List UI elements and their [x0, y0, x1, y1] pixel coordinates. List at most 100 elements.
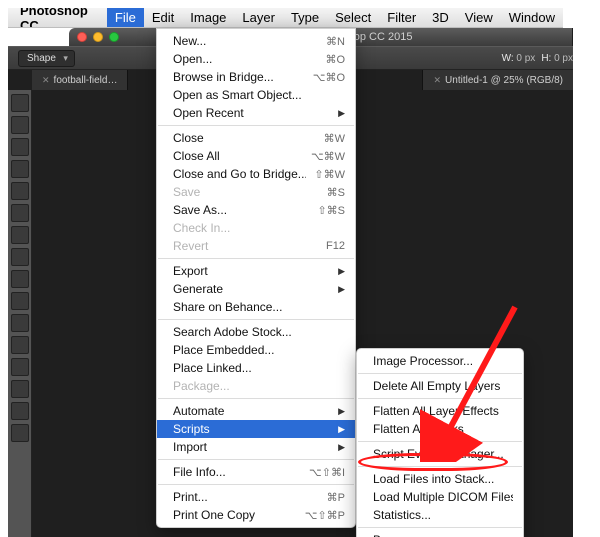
menu-item[interactable]: Close All⌥⌘W [157, 147, 355, 165]
tool-button[interactable] [11, 358, 29, 376]
tool-button[interactable] [11, 226, 29, 244]
menubar-item[interactable]: Filter [379, 8, 424, 27]
tool-button[interactable] [11, 292, 29, 310]
tool-button[interactable] [11, 270, 29, 288]
menubar-item[interactable]: Image [182, 8, 234, 27]
menu-item[interactable]: Load Files into Stack... [357, 470, 523, 488]
menu-item[interactable]: Place Linked... [157, 359, 355, 377]
menu-item-label: Check In... [173, 221, 345, 235]
tool-button[interactable] [11, 402, 29, 420]
menu-item-label: Place Embedded... [173, 343, 345, 357]
menu-item[interactable]: Browse in Bridge... ⌥⌘O [157, 68, 355, 86]
window-traffic-lights[interactable] [77, 32, 119, 42]
menubar-item[interactable]: Select [327, 8, 379, 27]
menu-item[interactable]: File Info...⌥⇧⌘I [157, 463, 355, 481]
menu-separator [158, 258, 354, 259]
menu-item-label: Script Events Manager... [373, 447, 513, 461]
menu-item: RevertF12 [157, 237, 355, 255]
traffic-close-icon[interactable] [77, 32, 87, 42]
tool-button[interactable] [11, 380, 29, 398]
tool-button[interactable] [11, 116, 29, 134]
menu-item[interactable]: Close and Go to Bridge...⇧⌘W [157, 165, 355, 183]
menu-item[interactable]: Open Recent ▶ [157, 104, 355, 122]
menu-item[interactable]: Statistics... [357, 506, 523, 524]
menu-item-label: Scripts [173, 422, 334, 436]
menu-item[interactable]: Print One Copy⌥⇧⌘P [157, 506, 355, 524]
tool-button[interactable] [11, 204, 29, 222]
menu-shortcut: F12 [326, 240, 345, 252]
width-readout: W: 0 px [502, 53, 536, 64]
menu-item[interactable]: Delete All Empty Layers [357, 377, 523, 395]
close-icon[interactable]: ✕ [433, 75, 441, 86]
menu-separator [358, 527, 522, 528]
menu-item[interactable]: Close⌘W [157, 129, 355, 147]
menu-item[interactable]: Import▶ [157, 438, 355, 456]
menubar-item[interactable]: Window [501, 8, 563, 27]
menu-separator [358, 441, 522, 442]
close-icon[interactable]: ✕ [42, 75, 50, 86]
menu-separator [158, 459, 354, 460]
menu-item[interactable]: New...⌘N [157, 32, 355, 50]
tools-panel[interactable] [8, 90, 32, 537]
submenu-arrow-icon: ▶ [338, 108, 345, 119]
tool-button[interactable] [11, 182, 29, 200]
tool-button[interactable] [11, 336, 29, 354]
tool-button[interactable] [11, 248, 29, 266]
menubar-item[interactable]: File [107, 8, 144, 27]
menu-shortcut: ⌥⌘O [313, 71, 345, 84]
menu-item[interactable]: Print...⌘P [157, 488, 355, 506]
menu-item: Package... [157, 377, 355, 395]
menu-shortcut: ⌘W [324, 132, 345, 145]
tool-button[interactable] [11, 138, 29, 156]
shape-type-dropdown[interactable]: Shape [18, 50, 75, 67]
submenu-arrow-icon: ▶ [338, 284, 345, 295]
menu-separator [158, 484, 354, 485]
menu-item[interactable]: Flatten All Layer Effects [357, 402, 523, 420]
menubar-item[interactable]: Layer [234, 8, 283, 27]
menubar-item[interactable]: View [457, 8, 501, 27]
menu-item-label: Save As... [173, 203, 309, 217]
menu-shortcut: ⌥⇧⌘P [305, 509, 345, 522]
tool-button[interactable] [11, 94, 29, 112]
menu-item[interactable]: Scripts ▶ [157, 420, 355, 438]
menu-separator [358, 373, 522, 374]
menu-item[interactable]: Automate▶ [157, 402, 355, 420]
document-tab[interactable]: ✕ Untitled-1 @ 25% (RGB/8) [422, 70, 573, 90]
traffic-zoom-icon[interactable] [109, 32, 119, 42]
menu-item[interactable]: Export▶ [157, 262, 355, 280]
menu-item-label: Statistics... [373, 508, 513, 522]
menubar-item[interactable]: Type [283, 8, 327, 27]
menu-item[interactable]: Image Processor... [357, 352, 523, 370]
menu-item-label: Load Multiple DICOM Files... [373, 490, 513, 504]
menu-shortcut: ⌥⌘W [311, 150, 345, 163]
menubar-item[interactable]: Edit [144, 8, 182, 27]
menu-item-label: Open... [173, 52, 317, 66]
menu-item[interactable]: Open as Smart Object... [157, 86, 355, 104]
document-tab[interactable]: ✕ football-field… [32, 70, 128, 90]
menu-item[interactable]: Generate▶ [157, 280, 355, 298]
menu-item[interactable]: Share on Behance... [157, 298, 355, 316]
menu-item: Check In... [157, 219, 355, 237]
menu-item[interactable]: Load Multiple DICOM Files... [357, 488, 523, 506]
tool-button[interactable] [11, 314, 29, 332]
menu-item[interactable]: Script Events Manager... [357, 445, 523, 463]
menu-item[interactable]: Save As...⇧⌘S [157, 201, 355, 219]
menu-item-label: Browse in Bridge... [173, 70, 305, 84]
menu-item[interactable]: Place Embedded... [157, 341, 355, 359]
menu-item[interactable]: Search Adobe Stock... [157, 323, 355, 341]
menu-item-label: Search Adobe Stock... [173, 325, 345, 339]
menu-item[interactable]: Browse... [357, 531, 523, 537]
menu-shortcut: ⌥⇧⌘I [309, 466, 345, 479]
scripts-submenu: Image Processor... Delete All Empty Layer… [356, 348, 524, 537]
submenu-arrow-icon: ▶ [338, 424, 345, 435]
menu-item-label: Open Recent [173, 106, 334, 120]
menu-item[interactable]: Flatten All Masks [357, 420, 523, 438]
tool-button[interactable] [11, 160, 29, 178]
menu-shortcut: ⌘P [327, 491, 345, 504]
tool-button[interactable] [11, 424, 29, 442]
menu-item-label: Package... [173, 379, 345, 393]
traffic-minimize-icon[interactable] [93, 32, 103, 42]
menu-shortcut: ⌘N [326, 35, 345, 48]
menu-item[interactable]: Open...⌘O [157, 50, 355, 68]
menubar-item[interactable]: 3D [424, 8, 457, 27]
